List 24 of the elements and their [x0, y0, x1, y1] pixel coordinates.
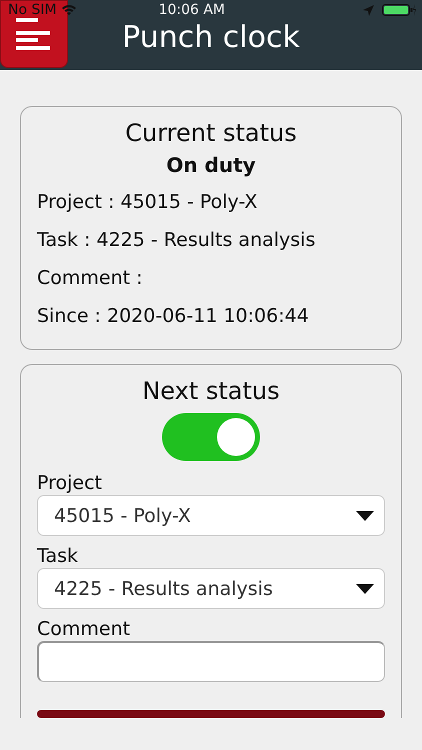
battery-icon [382, 3, 416, 17]
caret-icon [356, 584, 374, 594]
wifi-icon [60, 4, 77, 16]
dropdown[interactable]: 45015 - Poly-X [37, 495, 385, 536]
status-detail: Task : 4225 - Results analysis [37, 228, 316, 253]
status-detail: Comment : [37, 266, 144, 291]
status-detail: Since : 2020-06-11 10:06:44 [37, 304, 310, 329]
dropdown[interactable]: 4225 - Results analysis [37, 568, 385, 609]
field-label: Task [37, 544, 80, 568]
field-label: Project [37, 471, 104, 495]
status-detail: Project : 45015 - Poly-X [37, 190, 258, 215]
clock-label: 10:06 AM [158, 2, 226, 18]
comment-field[interactable] [37, 641, 385, 682]
menu-icon [16, 18, 52, 50]
location-arrow-icon [363, 4, 374, 16]
duty-toggle[interactable] [162, 413, 260, 461]
carrier-label: No SIM [8, 2, 57, 18]
card-title: Current status [124, 119, 298, 147]
field-label: Comment [37, 617, 132, 641]
menu-button[interactable] [0, 0, 68, 68]
duty-status: On duty [165, 152, 257, 179]
app-title: Punch clock [121, 20, 301, 56]
card-title: Next status [141, 377, 281, 405]
caret-icon [356, 510, 374, 520]
